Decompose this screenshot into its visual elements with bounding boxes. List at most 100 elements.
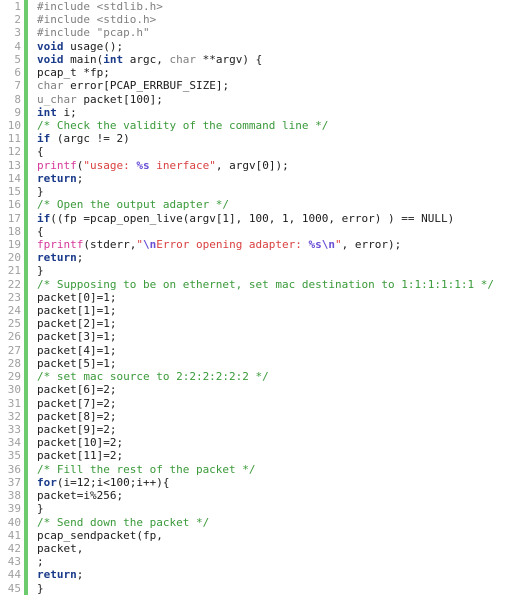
code-line[interactable]: 1 #include <stdlib.h> [0, 0, 527, 14]
code-line[interactable]: 44 return; [0, 568, 527, 582]
line-content[interactable]: packet[3]=1; [28, 330, 527, 343]
code-line[interactable]: 17 if((fp =pcap_open_live(argv[1], 100, 1… [0, 211, 527, 225]
line-content[interactable]: /* Send down the packet */ [28, 516, 527, 529]
code-line[interactable]: 8 u_char packet[100]; [0, 92, 527, 106]
code-line[interactable]: 45} [0, 581, 527, 595]
line-content[interactable]: pcap_t *fp; [28, 66, 527, 79]
line-content[interactable]: #include "pcap.h" [28, 26, 527, 39]
line-number: 22 [7, 277, 21, 291]
code-line[interactable]: 40 /* Send down the packet */ [0, 515, 527, 529]
code-line[interactable]: 30 packet[6]=2; [0, 383, 527, 397]
line-content[interactable]: packet[6]=2; [28, 383, 527, 396]
code-line[interactable]: 24 packet[1]=1; [0, 304, 527, 318]
code-line[interactable]: 13 printf("usage: %s inerface", argv[0]); [0, 158, 527, 172]
code-line[interactable]: 18 { [0, 224, 527, 238]
line-content[interactable]: return; [28, 172, 527, 185]
code-line[interactable]: 31 packet[7]=2; [0, 396, 527, 410]
code-line[interactable]: 32 packet[8]=2; [0, 409, 527, 423]
code-token: packet[10]=2; [37, 436, 124, 450]
code-line[interactable]: 33 packet[9]=2; [0, 423, 527, 437]
line-content[interactable]: } [28, 264, 527, 277]
code-line[interactable]: 25 packet[2]=1; [0, 317, 527, 331]
code-line[interactable]: 20 return; [0, 251, 527, 265]
line-content[interactable]: /* Supposing to be on ethernet, set mac … [28, 278, 527, 291]
code-line[interactable]: 22 /* Supposing to be on ethernet, set ma… [0, 277, 527, 291]
line-content[interactable]: packet[2]=1; [28, 317, 527, 330]
line-content[interactable]: ; [28, 555, 527, 568]
code-line[interactable]: 36 /* Fill the rest of the packet */ [0, 462, 527, 476]
line-content[interactable]: fprintf(stderr,"\nError opening adapter:… [28, 238, 527, 251]
line-content[interactable]: if (argc != 2) [28, 132, 527, 145]
code-line[interactable]: 21} [0, 264, 527, 278]
line-content[interactable]: packet[9]=2; [28, 423, 527, 436]
line-content[interactable]: packet[10]=2; [28, 436, 527, 449]
code-line[interactable]: 39} [0, 502, 527, 516]
code-line[interactable]: 27 packet[4]=1; [0, 343, 527, 357]
line-content[interactable]: #include <stdio.h> [28, 13, 527, 26]
code-line[interactable]: 5 void main(int argc, char **argv) { [0, 52, 527, 67]
line-content[interactable]: packet[7]=2; [28, 397, 527, 410]
code-line[interactable]: 9 int i; [0, 105, 527, 119]
code-line[interactable]: 6 pcap_t *fp; [0, 66, 527, 80]
line-content[interactable]: void usage(); [28, 40, 527, 53]
code-line[interactable]: 3 #include "pcap.h" [0, 26, 527, 40]
code-line[interactable]: 35 packet[11]=2; [0, 449, 527, 463]
line-content[interactable]: u_char packet[100]; [28, 93, 527, 106]
code-line[interactable]: 2 #include <stdio.h> [0, 13, 527, 27]
code-line[interactable]: 34 packet[10]=2; [0, 436, 527, 450]
code-line[interactable]: 16 /* Open the output adapter */ [0, 198, 527, 212]
code-line[interactable]: 4 void usage(); [0, 39, 527, 53]
code-line[interactable]: 29 /* set mac source to 2:2:2:2:2:2 */ [0, 370, 527, 384]
line-content[interactable]: char error[PCAP_ERRBUF_SIZE]; [28, 79, 527, 92]
line-number: 45 [7, 581, 21, 595]
code-token: { [37, 145, 44, 159]
code-token: %s [136, 158, 150, 172]
code-line[interactable]: 41 pcap_sendpacket(fp, [0, 528, 527, 542]
line-content[interactable]: { [28, 145, 527, 158]
line-content[interactable]: printf("usage: %s inerface", argv[0]); [28, 159, 527, 172]
line-content[interactable]: /* Fill the rest of the packet */ [28, 463, 527, 476]
line-content[interactable]: packet[5]=1; [28, 357, 527, 370]
code-line[interactable]: 15} [0, 185, 527, 199]
code-line[interactable]: 42 packet, [0, 541, 527, 556]
code-token: ; [37, 555, 44, 569]
line-content[interactable]: packet[8]=2; [28, 410, 527, 423]
code-token: int [37, 105, 57, 119]
line-content[interactable]: return; [28, 568, 527, 581]
line-content[interactable]: } [28, 502, 527, 515]
line-content[interactable]: /* Check the validity of the command lin… [28, 119, 527, 132]
code-line[interactable]: 11 if (argc != 2) [0, 132, 527, 146]
code-line[interactable]: 26 packet[3]=1; [0, 330, 527, 344]
line-content[interactable]: /* set mac source to 2:2:2:2:2:2 */ [28, 370, 527, 383]
line-content[interactable]: /* Open the output adapter */ [28, 198, 527, 211]
code-line[interactable]: 43; [0, 555, 527, 569]
line-content[interactable]: pcap_sendpacket(fp, [28, 529, 527, 542]
line-number: 36 [7, 462, 21, 476]
line-content[interactable]: } [28, 185, 527, 198]
code-line[interactable]: 37 for(i=12;i<100;i++){ [0, 475, 527, 490]
line-content[interactable]: } [28, 582, 527, 595]
line-content[interactable]: packet[1]=1; [28, 304, 527, 317]
line-content[interactable]: packet[0]=1; [28, 291, 527, 304]
line-content[interactable]: for(i=12;i<100;i++){ [28, 476, 527, 489]
code-line[interactable]: 38 packet=i%256; [0, 489, 527, 503]
line-content[interactable]: return; [28, 251, 527, 264]
line-content[interactable]: packet[11]=2; [28, 449, 527, 462]
line-content[interactable]: packet, [28, 542, 527, 555]
code-line[interactable]: 10 /* Check the validity of the command l… [0, 118, 527, 133]
code-line[interactable]: 19 fprintf(stderr,"\nError opening adapte… [0, 237, 527, 252]
line-content[interactable]: void main(int argc, char **argv) { [28, 53, 527, 66]
code-listing-viewer[interactable]: 1 #include <stdlib.h> 2 #include <stdio.h> 3… [0, 0, 527, 595]
line-content[interactable]: int i; [28, 106, 527, 119]
line-content[interactable]: packet[4]=1; [28, 344, 527, 357]
code-line[interactable]: 14 return; [0, 171, 527, 186]
line-content[interactable]: packet=i%256; [28, 489, 527, 502]
line-content[interactable]: #include <stdlib.h> [28, 0, 527, 13]
line-content[interactable]: if((fp =pcap_open_live(argv[1], 100, 1, … [28, 212, 527, 225]
code-line[interactable]: 23 packet[0]=1; [0, 290, 527, 305]
code-line[interactable]: 28 packet[5]=1; [0, 356, 527, 371]
code-line[interactable]: 12 { [0, 145, 527, 159]
line-content[interactable]: { [28, 225, 527, 238]
code-token: " [136, 237, 143, 251]
code-line[interactable]: 7 char error[PCAP_ERRBUF_SIZE]; [0, 79, 527, 93]
